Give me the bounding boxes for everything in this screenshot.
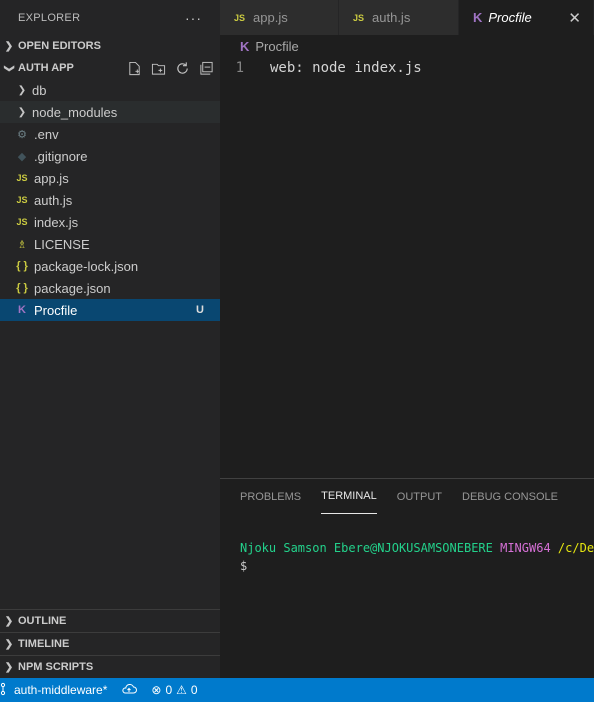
tab-problems[interactable]: PROBLEMS: [240, 479, 301, 514]
outline-label: OUTLINE: [18, 615, 67, 627]
tree-folder-node-modules[interactable]: ❯ node_modules: [0, 101, 220, 123]
breadcrumb-label: Procfile: [255, 38, 299, 54]
breadcrumb[interactable]: K Procfile: [220, 35, 299, 57]
tree-item-label: app.js: [34, 170, 69, 186]
editor-tabs: JS app.js JS auth.js K Procfile ✕: [220, 0, 594, 35]
tree-item-label: package.json: [34, 280, 111, 296]
tree-file-package-lock-json[interactable]: { } package-lock.json: [0, 255, 220, 277]
panel-tabs: PROBLEMS TERMINAL OUTPUT DEBUG CONSOLE: [220, 479, 594, 514]
chevron-right-icon: ❯: [4, 40, 14, 52]
tree-item-label: .env: [34, 126, 59, 142]
terminal[interactable]: Njoku Samson Ebere@NJOKUSAMSONEBERE MING…: [220, 541, 594, 573]
tree-file-app-js[interactable]: JS app.js: [0, 167, 220, 189]
procfile-icon: K: [473, 10, 483, 25]
tree-file-auth-js[interactable]: JS auth.js: [0, 189, 220, 211]
terminal-env: MINGW64: [500, 541, 551, 555]
tree-item-label: .gitignore: [34, 148, 88, 164]
bottom-panel: PROBLEMS TERMINAL OUTPUT DEBUG CONSOLE N…: [220, 478, 594, 679]
javascript-icon: JS: [16, 173, 28, 183]
branch-status[interactable]: auth-middleware*: [0, 682, 107, 699]
open-editors-label: OPEN EDITORS: [18, 40, 101, 52]
javascript-icon: JS: [234, 12, 246, 23]
open-editors-section[interactable]: ❯ OPEN EDITORS: [0, 35, 220, 57]
line-number: 1: [235, 60, 244, 76]
code-editor[interactable]: 1 web: node index.js: [220, 57, 594, 477]
new-folder-icon[interactable]: [150, 60, 166, 76]
license-icon: ♗: [17, 238, 27, 251]
tree-item-label: package-lock.json: [34, 258, 139, 274]
explorer-header: EXPLORER ···: [0, 0, 220, 35]
timeline-label: TIMELINE: [18, 638, 70, 650]
javascript-icon: JS: [353, 12, 365, 23]
terminal-line: Njoku Samson Ebere@NJOKUSAMSONEBERE MING…: [240, 541, 594, 555]
status-bar: auth-middleware* ⊗ 0 ⚠ 0: [0, 678, 594, 702]
tree-file-index-js[interactable]: JS index.js: [0, 211, 220, 233]
collapse-all-icon[interactable]: [198, 60, 214, 76]
cloud-upload-icon: [121, 683, 138, 698]
tree-file-procfile[interactable]: K Procfile U: [0, 299, 220, 321]
sync-status[interactable]: [121, 683, 138, 698]
code-line: 1 web: node index.js: [220, 57, 594, 79]
tree-file-license[interactable]: ♗ LICENSE: [0, 233, 220, 255]
error-count: 0: [165, 683, 173, 697]
tree-item-label: LICENSE: [34, 236, 90, 252]
tab-auth-js[interactable]: JS auth.js: [339, 0, 459, 35]
branch-name: auth-middleware*: [14, 683, 108, 697]
warning-count: 0: [190, 683, 198, 697]
timeline-section[interactable]: ❯ TIMELINE: [0, 632, 220, 655]
tree-item-label: node_modules: [32, 104, 118, 120]
tree-file-env[interactable]: ⚙ .env: [0, 123, 220, 145]
refresh-icon[interactable]: [174, 60, 190, 76]
untracked-badge: U: [196, 304, 204, 316]
procfile-icon: K: [18, 304, 26, 316]
json-icon: { }: [16, 260, 28, 272]
gear-icon: ⚙: [17, 128, 27, 141]
code-text: web: node index.js: [270, 60, 422, 76]
problems-status[interactable]: ⊗ 0 ⚠ 0: [151, 683, 197, 697]
new-file-icon[interactable]: [126, 60, 142, 76]
tree-item-label: db: [32, 82, 47, 98]
tab-label: app.js: [253, 10, 288, 25]
close-icon[interactable]: ✕: [568, 9, 581, 27]
tree-item-label: auth.js: [34, 192, 73, 208]
tree-folder-db[interactable]: ❯ db: [0, 79, 220, 101]
error-icon: ⊗: [151, 683, 162, 697]
tree-file-package-json[interactable]: { } package.json: [0, 277, 220, 299]
tree-item-label: index.js: [34, 214, 79, 230]
javascript-icon: JS: [16, 195, 28, 205]
tab-terminal[interactable]: TERMINAL: [321, 479, 377, 514]
chevron-right-icon: ❯: [4, 615, 14, 627]
terminal-user: Njoku Samson Ebere@NJOKUSAMSONEBERE: [240, 541, 493, 555]
tab-debug-console[interactable]: DEBUG CONSOLE: [462, 479, 558, 514]
explorer-sidebar: EXPLORER ··· ❯ OPEN EDITORS ❯ AUTH APP ❯…: [0, 0, 220, 678]
git-branch-icon: [0, 682, 10, 699]
explorer-title: EXPLORER: [18, 11, 81, 24]
javascript-icon: JS: [16, 217, 28, 227]
json-icon: { }: [16, 282, 28, 294]
tab-output[interactable]: OUTPUT: [397, 479, 442, 514]
tab-label: Procfile: [488, 10, 532, 25]
tree-file-gitignore[interactable]: ◆ .gitignore: [0, 145, 220, 167]
outline-section[interactable]: ❯ OUTLINE: [0, 609, 220, 632]
terminal-path: /c/Dev: [557, 541, 594, 555]
git-icon: ◆: [17, 150, 27, 163]
warning-icon: ⚠: [176, 683, 187, 697]
terminal-prompt: $: [240, 559, 248, 573]
procfile-icon: K: [240, 38, 250, 54]
sidebar-bottom-sections: ❯ OUTLINE ❯ TIMELINE ❯ NPM SCRIPTS: [0, 609, 220, 678]
chevron-right-icon: ❯: [17, 84, 27, 96]
chevron-right-icon: ❯: [17, 106, 27, 118]
chevron-down-icon: ❯: [3, 63, 15, 73]
tab-procfile[interactable]: K Procfile ✕: [459, 0, 594, 35]
tab-label: auth.js: [372, 10, 411, 25]
chevron-right-icon: ❯: [4, 638, 14, 650]
npm-scripts-label: NPM SCRIPTS: [18, 661, 94, 673]
more-actions-icon[interactable]: ···: [185, 10, 202, 26]
project-label: AUTH APP: [18, 62, 74, 74]
npm-scripts-section[interactable]: ❯ NPM SCRIPTS: [0, 655, 220, 678]
chevron-right-icon: ❯: [4, 661, 14, 673]
project-section[interactable]: ❯ AUTH APP: [0, 57, 220, 79]
tree-item-label: Procfile: [34, 302, 78, 318]
tab-app-js[interactable]: JS app.js: [220, 0, 339, 35]
